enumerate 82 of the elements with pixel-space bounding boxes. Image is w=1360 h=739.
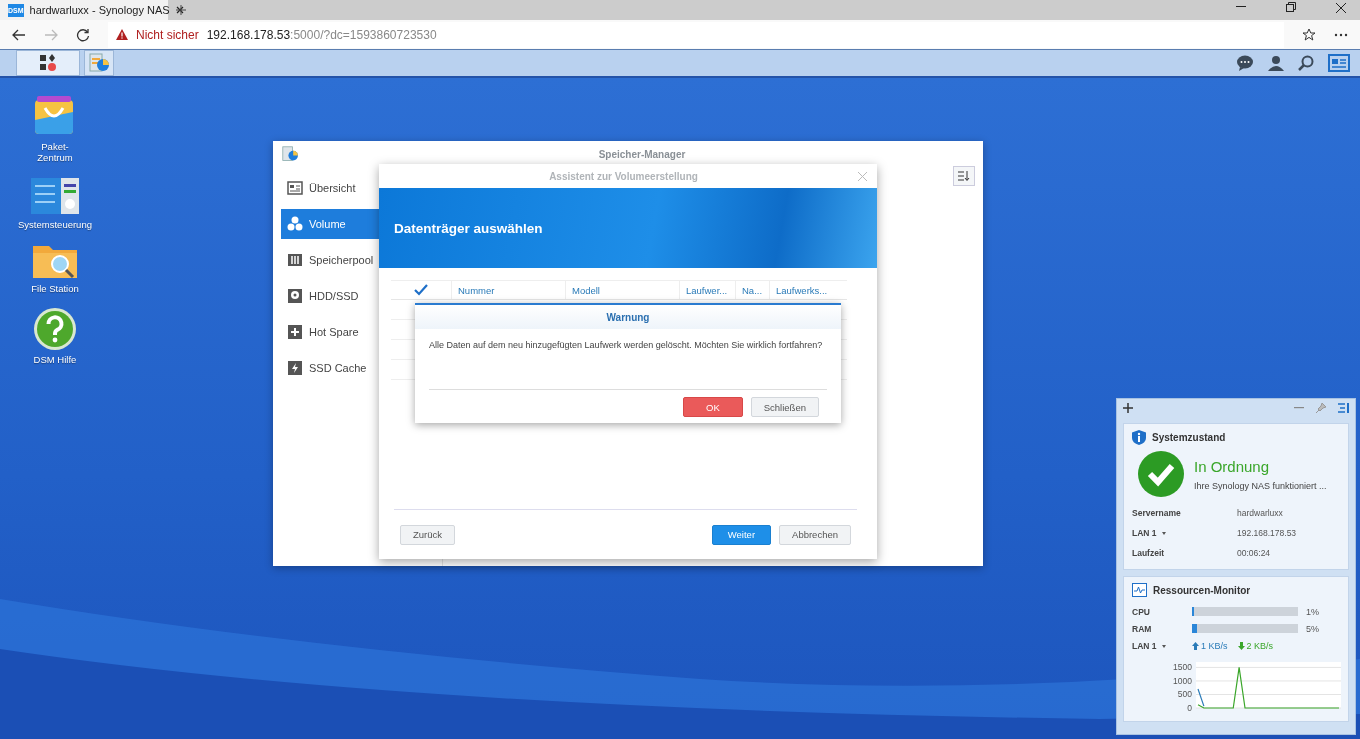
warning-icon — [116, 29, 128, 40]
down-arrow-icon — [1237, 642, 1245, 650]
column-header[interactable]: Modell — [565, 281, 679, 299]
info-value: 00:06:24 — [1237, 548, 1272, 558]
info-label: LAN 1 — [1132, 528, 1157, 538]
more-icon[interactable] — [1334, 32, 1348, 37]
info-shield-icon — [1132, 430, 1146, 445]
sidebar-item[interactable]: Übersicht — [281, 173, 442, 203]
axis-tick-label: 500 — [1177, 689, 1192, 700]
sidebar-item[interactable]: SSD Cache — [281, 353, 442, 383]
dialog-title: Warnung — [415, 305, 841, 329]
up-arrow-icon — [1192, 642, 1199, 650]
widgets-icon[interactable] — [1328, 54, 1350, 72]
info-value: hardwarluxx — [1237, 508, 1284, 518]
sort-icon — [958, 171, 970, 181]
desktop-shortcut[interactable]: Paket-Zentrum — [31, 94, 79, 164]
address-field[interactable]: Nicht sicher 192.168.178.53:5000/?dc=1593860723530 — [108, 21, 1284, 48]
panel-toggle-icon[interactable] — [1338, 403, 1349, 413]
chat-icon[interactable] — [1236, 55, 1254, 71]
search-icon[interactable] — [1298, 55, 1314, 71]
pulse-monitor-icon — [1132, 583, 1147, 597]
add-icon[interactable] — [1123, 403, 1133, 413]
plus-box-icon — [287, 324, 303, 340]
desktop-shortcut[interactable]: File Station — [31, 242, 79, 295]
checkmark-icon — [1138, 451, 1184, 497]
meter-reading: 5% — [1305, 623, 1320, 634]
caret-icon[interactable] — [1161, 644, 1166, 648]
column-header[interactable]: Nummer — [451, 281, 565, 299]
main-menu-button[interactable] — [16, 50, 80, 76]
id-card-icon — [287, 180, 303, 196]
back-button[interactable]: Zurück — [400, 524, 456, 545]
close-icon[interactable] — [1336, 3, 1346, 13]
url-path: :5000/?dc=1593860723530 — [290, 27, 437, 42]
dialog-title: Assistent zur Volumeerstellung — [548, 170, 699, 182]
cancel-button[interactable]: Abbrechen — [779, 524, 851, 545]
control-panel-icon — [31, 175, 79, 216]
desktop-shortcut[interactable]: DSM Hilfe — [33, 306, 77, 365]
warning-message: Alle Daten auf dem neu hinzugefügten Laufwerk werden gelöscht. Möchten Sie wirklich fortfahren? — [429, 339, 824, 352]
help-icon — [33, 306, 77, 351]
columns-icon — [287, 252, 303, 268]
upload-rate: 1 KB/s — [1201, 641, 1228, 651]
axis-tick-label: 0 — [1187, 703, 1192, 711]
sort-button[interactable] — [953, 166, 975, 186]
lightning-box-icon — [287, 360, 303, 376]
tab-title: hardwarluxx - Synology NAS — [29, 4, 170, 16]
minimize-icon[interactable] — [1236, 6, 1246, 8]
reload-icon[interactable] — [76, 27, 90, 42]
column-header[interactable]: Na... — [735, 281, 769, 299]
info-value: 192.168.178.53 — [1237, 528, 1298, 538]
storage-icon — [281, 146, 299, 162]
cubes-icon — [287, 216, 303, 232]
star-icon[interactable] — [1302, 27, 1316, 42]
user-icon[interactable] — [1268, 55, 1284, 71]
next-button[interactable]: Weiter — [711, 524, 772, 545]
window-title: Speicher-Manager — [597, 148, 687, 160]
column-header[interactable]: Laufwerks... — [769, 281, 835, 299]
card-title: Ressourcen-Monitor — [1153, 584, 1251, 596]
health-status: In Ordnung — [1194, 457, 1271, 475]
select-all-checkbox[interactable] — [414, 284, 428, 296]
health-detail: Ihre Synology NAS funktioniert ... — [1194, 480, 1327, 491]
axis-tick-label: 1000 — [1173, 675, 1192, 686]
info-label: Servername — [1132, 508, 1181, 518]
storage-icon — [88, 53, 110, 73]
axis-tick-label: 1500 — [1173, 662, 1192, 673]
card-title: Systemzustand — [1152, 432, 1226, 443]
ok-button[interactable]: OK — [683, 397, 743, 417]
url-host: 192.168.178.53 — [206, 27, 291, 42]
meter-reading: 1% — [1305, 606, 1320, 617]
column-header[interactable]: Laufwer... — [679, 281, 735, 299]
security-label: Nicht sicher — [136, 27, 199, 42]
restore-icon[interactable] — [1286, 2, 1296, 12]
back-arrow-icon[interactable] — [12, 28, 26, 41]
download-rate: 2 KB/s — [1246, 641, 1274, 651]
info-label: Laufzeit — [1132, 548, 1165, 558]
meter-label: CPU — [1132, 606, 1151, 617]
caret-icon[interactable] — [1161, 531, 1166, 535]
shapes-icon — [38, 53, 58, 73]
app-button[interactable] — [84, 50, 114, 76]
meter-label: RAM — [1132, 623, 1153, 634]
close-button[interactable]: Schließen — [750, 397, 819, 417]
desktop-shortcut[interactable]: Systemsteuerung — [18, 175, 92, 231]
info-label: LAN 1 — [1132, 641, 1157, 651]
